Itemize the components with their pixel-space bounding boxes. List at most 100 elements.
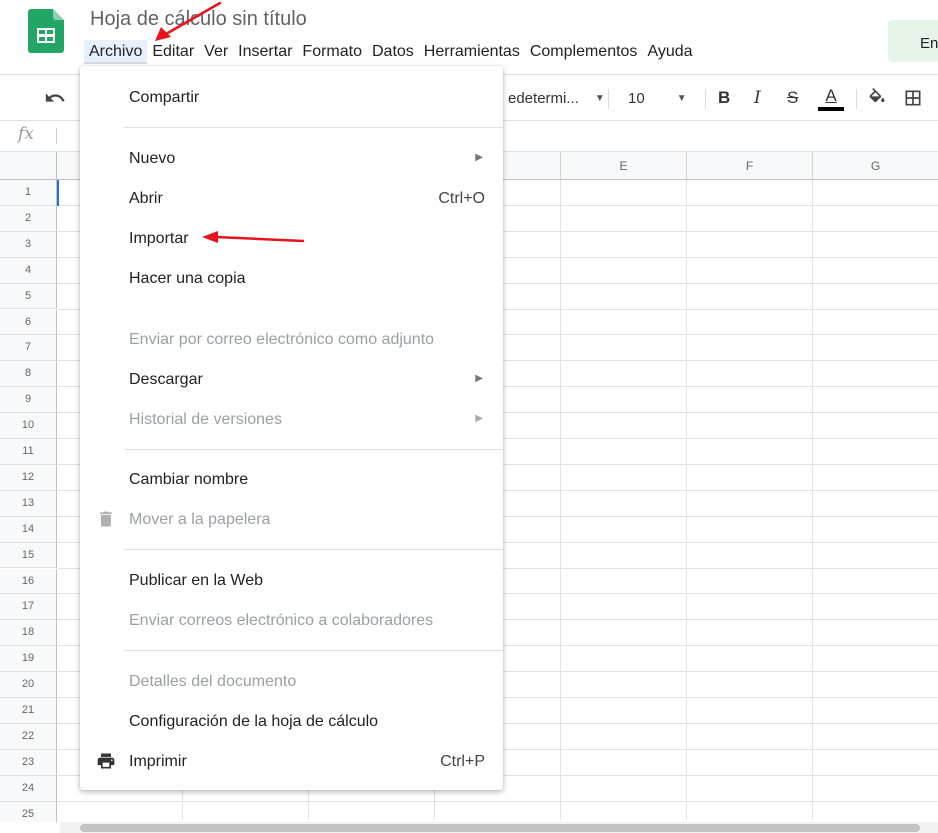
menu-item-cambiar-nombre[interactable]: Cambiar nombre [80, 464, 503, 494]
menu-item-imprimir[interactable]: Imprimir Ctrl+P [80, 746, 503, 776]
toolbar-divider [608, 89, 609, 109]
text-color-swatch [818, 106, 844, 111]
shortcut-label: Ctrl+P [440, 753, 485, 770]
menu-separator [124, 449, 503, 450]
row-header[interactable]: 12 [0, 464, 57, 491]
row-header[interactable]: 11 [0, 439, 57, 465]
italic-button[interactable]: I [754, 75, 761, 121]
row-header[interactable]: 4 [0, 257, 57, 284]
menu-item-papelera[interactable]: Mover a la papelera [80, 504, 503, 534]
menu-item-configuracion[interactable]: Configuración de la hoja de cálculo [80, 706, 503, 736]
menu-item-importar[interactable]: Importar [80, 223, 503, 253]
row-header[interactable]: 23 [0, 749, 57, 776]
sheets-logo-icon[interactable] [28, 9, 64, 53]
row-header[interactable]: 7 [0, 335, 57, 362]
menu-item-abrir[interactable]: Abrir Ctrl+O [80, 183, 503, 213]
menu-datos[interactable]: Datos [367, 40, 419, 64]
font-size-value: 10 [628, 89, 645, 107]
row-header[interactable]: 13 [0, 490, 57, 517]
row-header[interactable]: 6 [0, 309, 57, 336]
row-header[interactable]: 5 [0, 283, 57, 310]
borders-icon[interactable] [903, 75, 923, 121]
row-header[interactable]: 21 [0, 698, 57, 724]
menu-item-publicar[interactable]: Publicar en la Web [80, 565, 503, 595]
menu-herramientas[interactable]: Herramientas [419, 40, 525, 64]
menu-separator [124, 650, 503, 651]
column-gridline [560, 180, 561, 820]
text-color-button[interactable]: A [818, 75, 844, 121]
column-header-g[interactable]: G [813, 152, 938, 180]
menu-ayuda[interactable]: Ayuda [642, 40, 697, 64]
toolbar-divider [705, 89, 706, 109]
font-size-select[interactable]: 10 ▼ [628, 75, 687, 121]
document-title[interactable]: Hoja de cálculo sin título [90, 8, 307, 31]
row-header[interactable]: 2 [0, 205, 57, 232]
horizontal-scrollbar[interactable] [60, 822, 938, 833]
font-family-select[interactable]: edetermi... ▼ [508, 75, 605, 121]
submenu-arrow-icon: ▶ [475, 373, 483, 384]
row-header[interactable]: 8 [0, 361, 57, 388]
menu-item-label: Compartir [129, 89, 200, 106]
row-header[interactable]: 20 [0, 672, 57, 698]
menu-complementos[interactable]: Complementos [525, 40, 643, 64]
menu-archivo[interactable]: Archivo [84, 40, 148, 64]
menu-item-descargar[interactable]: Descargar ▶ [80, 364, 503, 394]
row-gridline [57, 800, 938, 802]
menu-item-label: Descargar [129, 371, 203, 388]
menu-item-label: Detalles del documento [129, 673, 297, 690]
menu-item-label: Abrir [129, 190, 163, 207]
bold-button[interactable]: B [718, 75, 730, 121]
trash-icon [100, 511, 112, 527]
row-header[interactable]: 9 [0, 387, 57, 414]
menu-item-historial[interactable]: Historial de versiones ▶ [80, 404, 503, 434]
undo-icon[interactable] [44, 75, 66, 121]
row-header[interactable]: 17 [0, 594, 57, 621]
menu-item-enviar-adjunto[interactable]: Enviar por correo electrónico como adjun… [80, 324, 503, 354]
menu-item-enviar-colaboradores[interactable]: Enviar correos electrónico a colaborador… [80, 605, 503, 635]
menu-item-label: Historial de versiones [129, 411, 282, 428]
active-cell-indicator [57, 180, 59, 206]
select-all-corner[interactable] [0, 152, 57, 180]
menu-separator [124, 549, 503, 550]
menu-item-label: Cambiar nombre [129, 471, 249, 488]
font-family-caret-icon: ▼ [594, 92, 605, 104]
column-header-f[interactable]: F [687, 152, 813, 180]
formula-divider [56, 128, 57, 144]
menu-item-label: Enviar por correo electrónico como adjun… [129, 331, 435, 348]
row-header[interactable]: 14 [0, 516, 57, 543]
share-button[interactable]: En [888, 20, 938, 62]
submenu-arrow-icon: ▶ [475, 152, 483, 163]
menu-ver[interactable]: Ver [199, 40, 233, 64]
menu-separator [124, 127, 503, 128]
column-header-e[interactable]: E [561, 152, 687, 180]
row-header[interactable]: 25 [0, 801, 57, 822]
menu-formato[interactable]: Formato [297, 40, 367, 64]
row-header[interactable]: 19 [0, 646, 57, 673]
menu-editar[interactable]: Editar [147, 40, 199, 64]
strikethrough-button[interactable]: S [787, 75, 798, 121]
menu-item-label: Importar [129, 230, 189, 247]
font-size-caret-icon: ▼ [676, 92, 687, 104]
menu-item-label: Hacer una copia [129, 270, 246, 287]
menu-item-compartir[interactable]: Compartir [80, 82, 503, 112]
row-header[interactable]: 10 [0, 413, 57, 439]
menu-item-nuevo[interactable]: Nuevo ▶ [80, 143, 503, 173]
shortcut-label: Ctrl+O [438, 190, 485, 207]
menu-item-detalles[interactable]: Detalles del documento [80, 666, 503, 696]
menu-bar: Archivo Editar Ver Insertar Formato Dato… [84, 40, 698, 64]
menu-insertar[interactable]: Insertar [233, 40, 297, 64]
fill-color-icon[interactable] [867, 75, 887, 121]
row-header[interactable]: 18 [0, 620, 57, 647]
fx-icon: fx [18, 124, 34, 144]
row-header[interactable]: 24 [0, 775, 57, 802]
printer-icon [97, 753, 115, 769]
menu-item-label: Configuración de la hoja de cálculo [129, 713, 379, 730]
row-header[interactable]: 1 [0, 180, 57, 206]
row-header[interactable]: 3 [0, 231, 57, 258]
row-header[interactable]: 15 [0, 542, 57, 569]
menu-item-label: Nuevo [129, 150, 176, 167]
row-header[interactable]: 16 [0, 568, 57, 595]
menu-item-hacer-copia[interactable]: Hacer una copia [80, 263, 503, 293]
row-header[interactable]: 22 [0, 723, 57, 750]
scrollbar-thumb[interactable] [80, 824, 920, 832]
